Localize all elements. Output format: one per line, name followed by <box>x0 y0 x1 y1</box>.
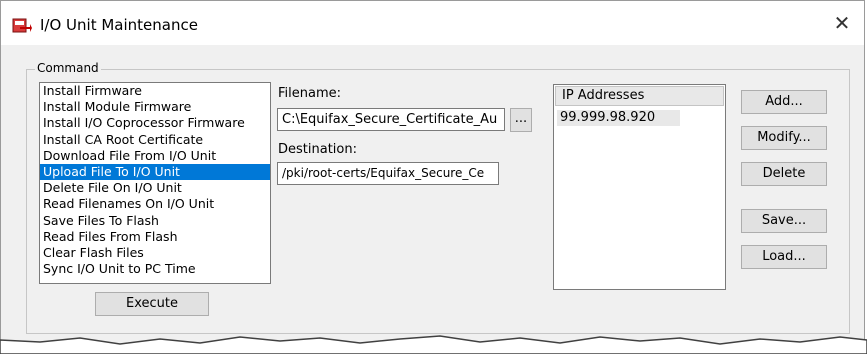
filename-label: Filename: <box>278 86 342 101</box>
destination-label: Destination: <box>278 142 357 157</box>
ip-address-list[interactable]: IP Addresses 99.999.98.920 <box>553 84 726 290</box>
browse-button[interactable]: ... <box>510 108 532 132</box>
title-bar: I/O Unit Maintenance ✕ <box>1 1 864 45</box>
command-list-item[interactable]: Upload File To I/O Unit <box>40 163 270 181</box>
modify-button[interactable]: Modify... <box>741 126 827 150</box>
add-button[interactable]: Add... <box>741 90 827 114</box>
close-icon[interactable]: ✕ <box>828 11 856 35</box>
destination-field[interactable]: /pki/root-certs/Equifax_Secure_Ce <box>277 162 499 185</box>
command-list-item[interactable]: Install I/O Coprocessor Firmware <box>40 115 270 131</box>
command-list-item[interactable]: Install Module Firmware <box>40 99 270 115</box>
command-list-item[interactable]: Sync I/O Unit to PC Time <box>40 261 270 277</box>
command-list-item[interactable]: Read Files From Flash <box>40 229 270 245</box>
command-list-item[interactable]: Read Filenames On I/O Unit <box>40 196 270 212</box>
command-list-item[interactable]: Install CA Root Certificate <box>40 132 270 148</box>
command-list[interactable]: Install Firmware Install Module Firmware I… <box>39 82 271 284</box>
torn-edge <box>0 335 867 354</box>
maintenance-window: I/O Unit Maintenance ✕ Command Install F… <box>0 0 865 352</box>
command-list-item[interactable]: Install Firmware <box>40 83 270 99</box>
load-button[interactable]: Load... <box>741 245 827 269</box>
filename-field[interactable]: C:\Equifax_Secure_Certificate_Au <box>277 108 505 131</box>
command-list-item[interactable]: Download File From I/O Unit <box>40 148 270 164</box>
execute-button[interactable]: Execute <box>95 292 209 316</box>
window-title: I/O Unit Maintenance <box>40 16 198 34</box>
ip-addresses-header[interactable]: IP Addresses <box>555 86 724 106</box>
command-list-item[interactable]: Clear Flash Files <box>40 245 270 261</box>
app-transfer-icon <box>12 18 32 33</box>
save-button[interactable]: Save... <box>741 209 827 233</box>
command-list-item[interactable]: Delete File On I/O Unit <box>40 180 270 196</box>
command-list-item[interactable]: Save Files To Flash <box>40 213 270 229</box>
ip-address-row[interactable]: 99.999.98.920 <box>557 110 680 126</box>
command-group-label: Command <box>35 61 101 75</box>
delete-button[interactable]: Delete <box>741 162 827 186</box>
